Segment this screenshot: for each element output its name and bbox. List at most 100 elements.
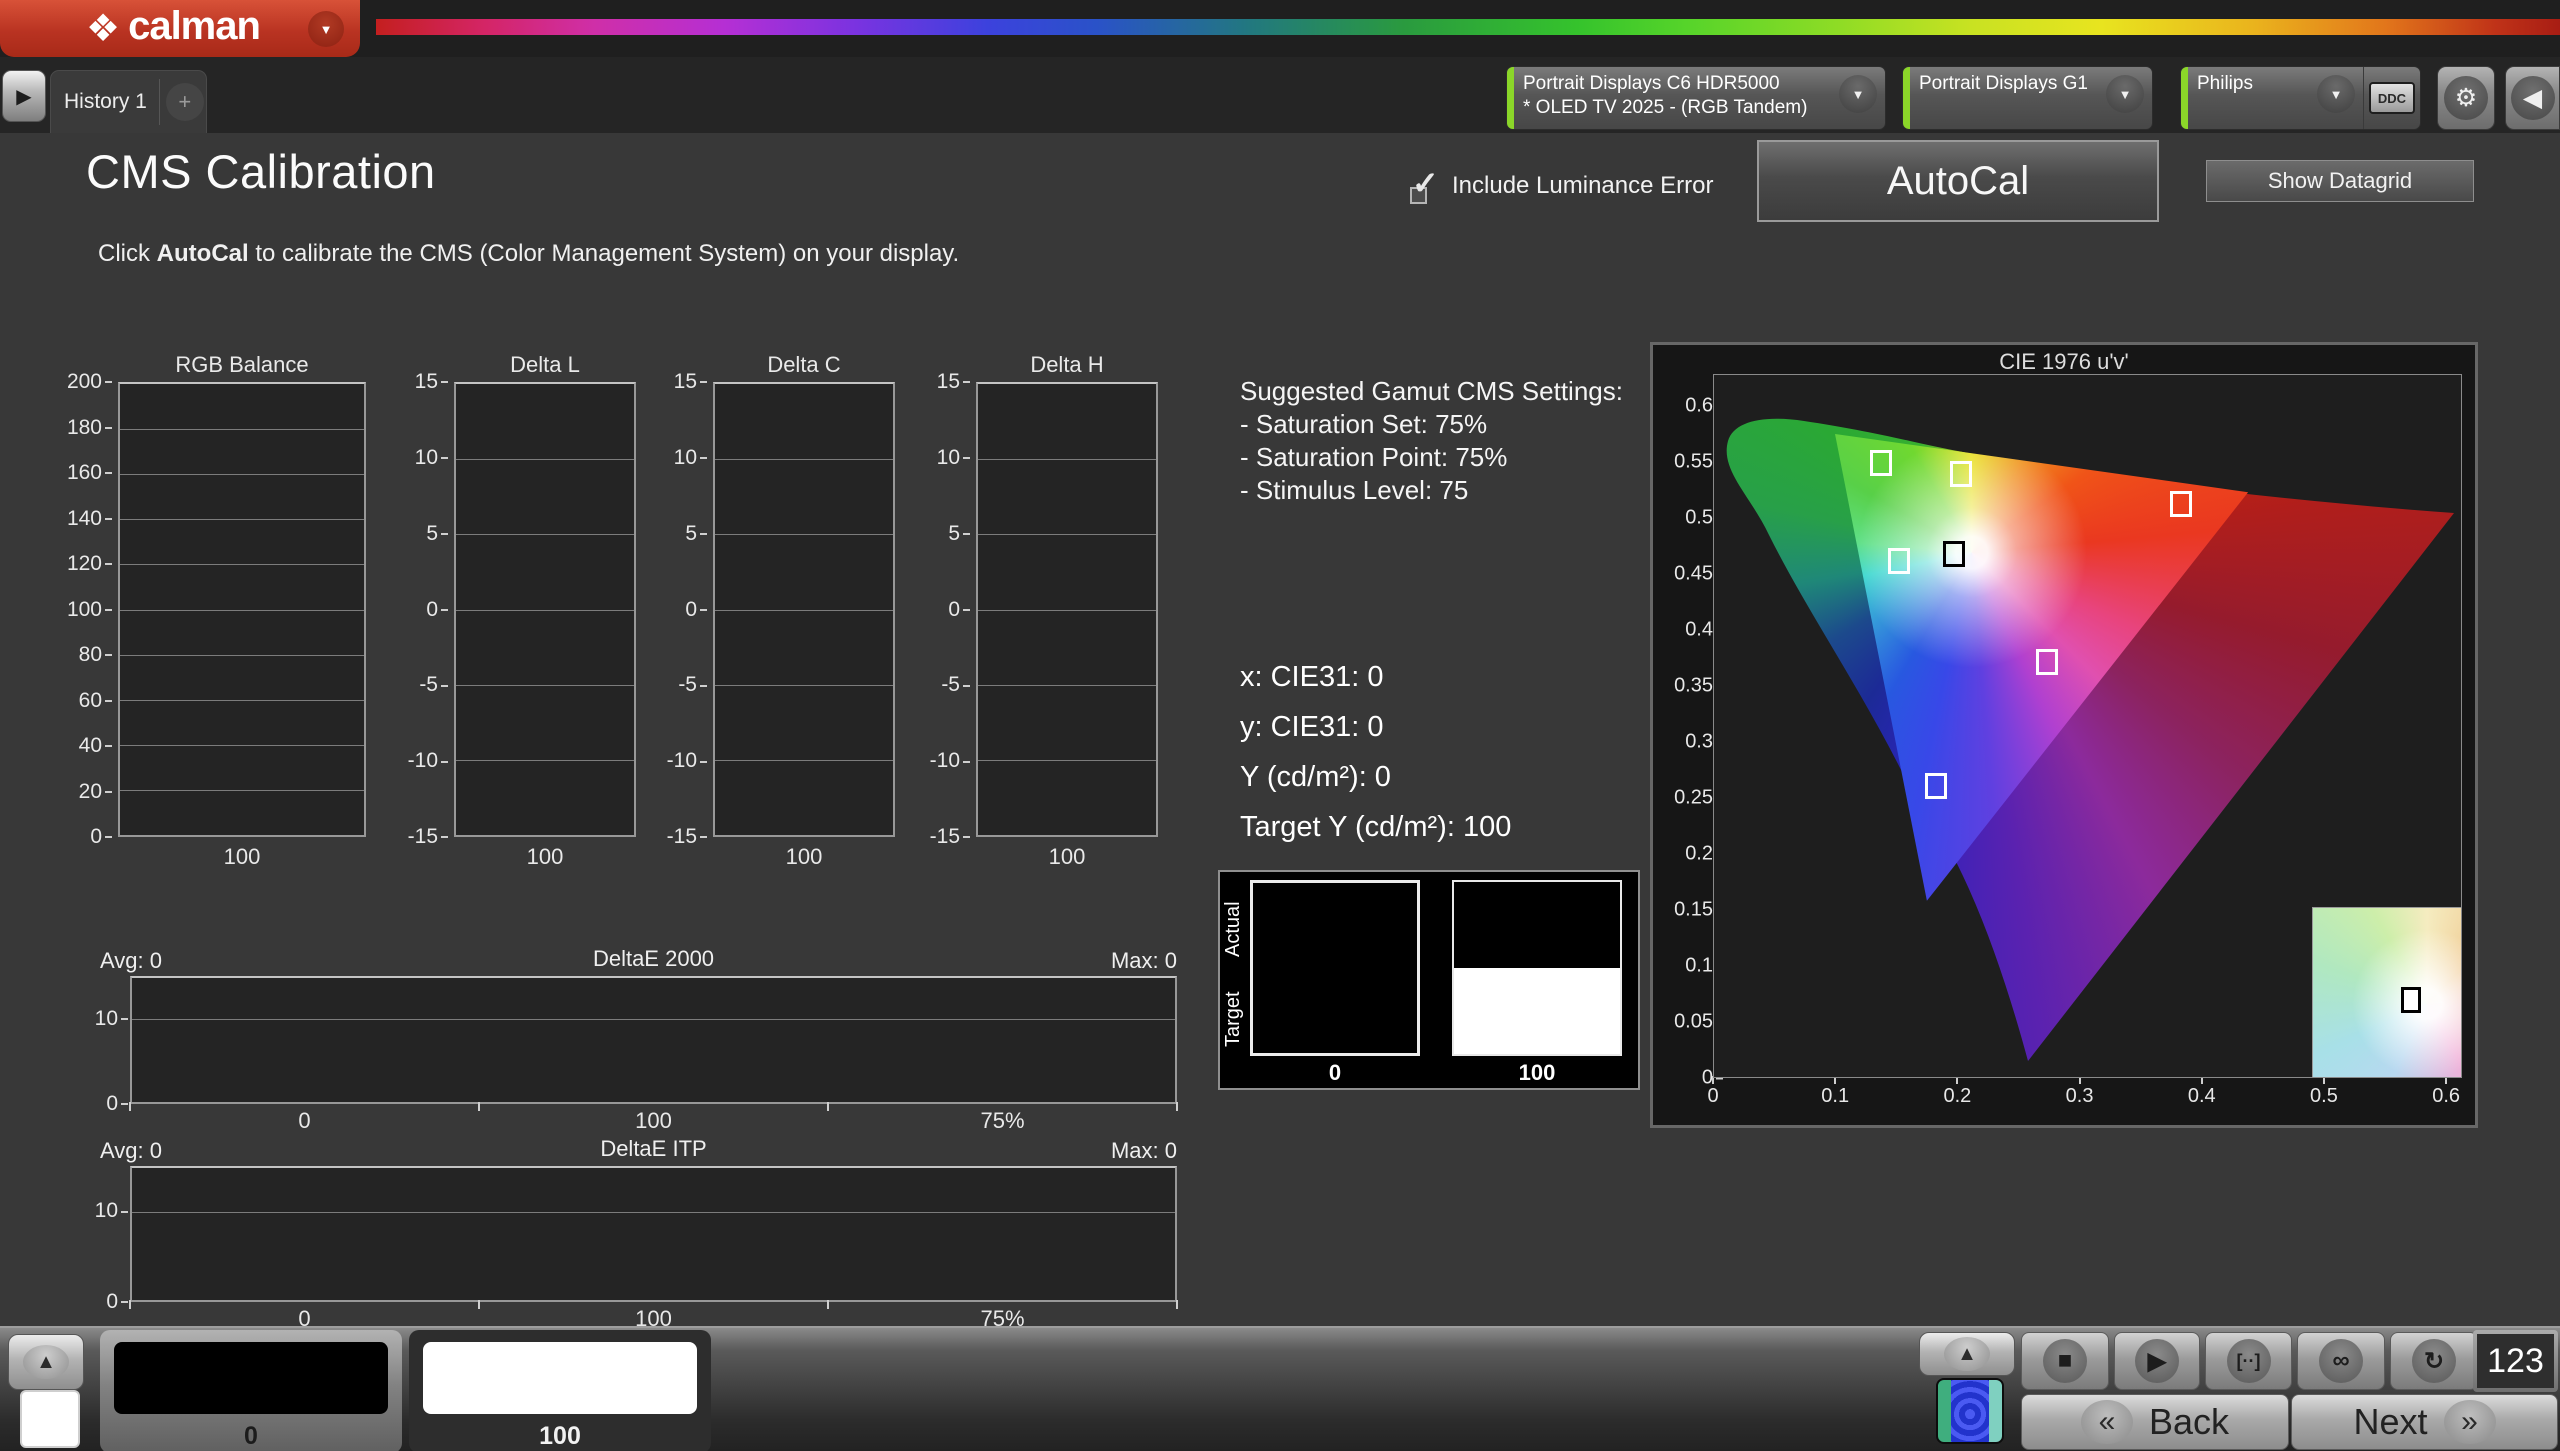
y-tick-label: 80 bbox=[79, 643, 112, 667]
y-tick-label: 0 bbox=[106, 1092, 128, 1116]
chart-x-label: 100 bbox=[713, 844, 895, 870]
y-tick-label: 0 bbox=[685, 598, 707, 622]
tab-bar: ▶ History 1 + Portrait Displays C6 HDR50… bbox=[0, 57, 2560, 133]
chart-plot-area bbox=[976, 382, 1158, 837]
main-menu-button[interactable]: ▼ bbox=[308, 11, 344, 47]
generator-line1: Portrait Displays G1 bbox=[1919, 72, 2098, 96]
instruction-prefix: Click bbox=[98, 240, 157, 267]
max-value: Max: 0 bbox=[977, 948, 1177, 974]
generator-dropdown-caret[interactable]: ▼ bbox=[2106, 75, 2144, 113]
calman-logo[interactable]: ❖ calman ▼ bbox=[0, 0, 360, 57]
x-tick-label: 0.2 bbox=[1943, 1085, 1971, 1108]
chart-y-axis: 151050-5-10-15 bbox=[402, 382, 448, 837]
swatch-100-actual bbox=[1454, 882, 1620, 968]
back-button[interactable]: « Back bbox=[2021, 1394, 2289, 1450]
top-bar: ❖ calman ▼ bbox=[0, 0, 2560, 57]
readout-x: x: CIE31: 0 bbox=[1240, 652, 1511, 702]
include-luminance-error-checkbox[interactable]: ✓ bbox=[1408, 170, 1444, 206]
target-marker-red-75 bbox=[2170, 491, 2192, 517]
target-marker-cyan-75 bbox=[1888, 548, 1910, 574]
workflow-panel-expander-button[interactable]: ▶ bbox=[2, 70, 46, 122]
target-marker-white-point bbox=[1943, 541, 1965, 567]
measurement-counter[interactable]: 123 bbox=[2473, 1330, 2558, 1392]
chart-plot-area bbox=[130, 976, 1177, 1104]
checkmark-icon: ✓ bbox=[1412, 164, 1439, 202]
settings-button[interactable]: ⚙ bbox=[2437, 66, 2495, 130]
y-tick-label: -10 bbox=[930, 749, 970, 773]
calman-logo-text: calman bbox=[128, 4, 260, 49]
y-tick-label: -5 bbox=[678, 673, 707, 697]
target-marker-green-75 bbox=[1870, 450, 1892, 476]
x-tick-label: 0.1 bbox=[1821, 1085, 1849, 1108]
actual-row-label: Actual bbox=[1222, 884, 1248, 974]
pattern-preview-swatch[interactable] bbox=[20, 1390, 80, 1448]
counter-value: 123 bbox=[2477, 1334, 2554, 1388]
y-tick-label: 20 bbox=[79, 780, 112, 804]
pattern-window-thumbnail[interactable] bbox=[1936, 1378, 2004, 1444]
transport-panel-expander-button[interactable]: ▲ bbox=[1919, 1332, 2015, 1376]
autocal-button[interactable]: AutoCal bbox=[1757, 140, 2159, 222]
meter-dropdown-caret[interactable]: ▼ bbox=[1839, 75, 1877, 113]
pattern-tile-label: 100 bbox=[409, 1422, 711, 1451]
pattern-generator-dropdown[interactable]: Portrait Displays G1 ▼ bbox=[1902, 66, 2153, 130]
chart-plot-area bbox=[130, 1166, 1177, 1302]
continuous-measure-button[interactable]: ∞ bbox=[2297, 1332, 2385, 1390]
x-tick-label: 75% bbox=[980, 1108, 1024, 1134]
inset-target-marker bbox=[2401, 987, 2421, 1013]
play-button[interactable]: ▶ bbox=[2114, 1332, 2200, 1390]
suggested-heading: Suggested Gamut CMS Settings: bbox=[1240, 375, 1623, 408]
swatch-0 bbox=[1250, 880, 1420, 1056]
calman-window: ❖ calman ▼ ▶ History 1 + Portrait Displa… bbox=[0, 0, 2560, 1451]
actual-target-panel: Actual Target 0 100 bbox=[1218, 870, 1640, 1090]
pattern-panel-expander-button[interactable]: ▲ bbox=[8, 1334, 84, 1390]
single-measure-button[interactable]: [··] bbox=[2205, 1332, 2292, 1390]
chart-y-axis: 100 bbox=[84, 1166, 128, 1302]
gear-icon: ⚙ bbox=[2444, 76, 2488, 120]
chart-plot-area bbox=[713, 382, 895, 837]
y-tick-label: 200 bbox=[67, 370, 112, 394]
pattern-tile-label: 0 bbox=[100, 1422, 402, 1451]
page-title: CMS Calibration bbox=[86, 144, 436, 199]
pattern-tile-0[interactable]: 0 bbox=[100, 1330, 402, 1451]
y-tick-label: 180 bbox=[67, 416, 112, 440]
ddc-button[interactable]: DDC bbox=[2364, 67, 2420, 129]
y-tick-label: 10 bbox=[95, 1199, 128, 1223]
y-tick-label: 15 bbox=[674, 370, 707, 394]
meter-dropdown[interactable]: Portrait Displays C6 HDR5000 * OLED TV 2… bbox=[1506, 66, 1886, 130]
suggested-item: - Stimulus Level: 75 bbox=[1240, 474, 1623, 507]
y-tick-label: 5 bbox=[685, 522, 707, 546]
spectrum-strip bbox=[376, 19, 2560, 35]
chart-title: RGB Balance bbox=[118, 352, 366, 378]
y-tick-label: 160 bbox=[67, 461, 112, 485]
pattern-tile-100[interactable]: 100 bbox=[409, 1330, 711, 1451]
display-dropdown[interactable]: Philips ▼ DDC bbox=[2180, 66, 2421, 130]
interval-icon: [··] bbox=[2227, 1339, 2271, 1383]
include-luminance-error-label: Include Luminance Error bbox=[1452, 172, 1713, 200]
tab-history-1[interactable]: History 1 + bbox=[50, 70, 207, 133]
next-button[interactable]: Next » bbox=[2291, 1394, 2558, 1450]
show-datagrid-button[interactable]: Show Datagrid bbox=[2206, 160, 2474, 202]
chart-plot-area bbox=[454, 382, 636, 837]
chart-plot-area bbox=[1713, 374, 2462, 1078]
x-tick-label: 0 bbox=[1707, 1085, 1718, 1108]
display-dropdown-caret[interactable]: ▼ bbox=[2317, 75, 2355, 113]
add-tab-button[interactable]: + bbox=[166, 83, 204, 121]
swatch-100-label: 100 bbox=[1452, 1060, 1622, 1086]
x-tick-label: 0.5 bbox=[2310, 1085, 2338, 1108]
y-tick-label: 120 bbox=[67, 552, 112, 576]
refresh-button[interactable]: ↻ bbox=[2390, 1332, 2478, 1390]
target-marker-blue-75 bbox=[1925, 773, 1947, 799]
measurement-readouts: x: CIE31: 0 y: CIE31: 0 Y (cd/m²): 0 Tar… bbox=[1240, 652, 1511, 852]
y-tick-label: -15 bbox=[930, 825, 970, 849]
collapse-right-panel-button[interactable]: ◀ bbox=[2505, 66, 2560, 130]
up-arrow-icon: ▲ bbox=[1944, 1337, 1990, 1371]
infinity-icon: ∞ bbox=[2319, 1339, 2363, 1383]
suggested-item: - Saturation Set: 75% bbox=[1240, 408, 1623, 441]
stop-button[interactable]: ■ bbox=[2021, 1332, 2109, 1390]
y-tick-label: 0 bbox=[948, 598, 970, 622]
y-tick-label: 10 bbox=[674, 446, 707, 470]
up-arrow-icon: ▲ bbox=[23, 1345, 69, 1379]
x-tick-label: 0.4 bbox=[2188, 1085, 2216, 1108]
suggested-item: - Saturation Point: 75% bbox=[1240, 441, 1623, 474]
chevron-down-icon: ▼ bbox=[2119, 87, 2132, 102]
